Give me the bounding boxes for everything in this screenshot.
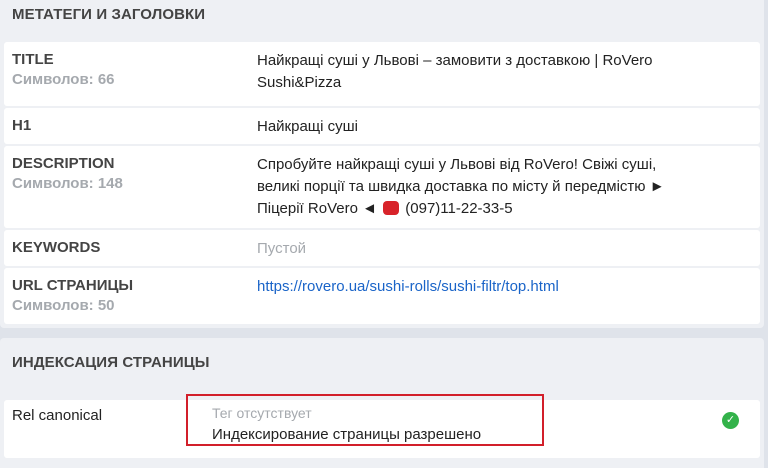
keywords-row: KEYWORDS Пустой: [4, 230, 760, 266]
title-label: TITLE Символов: 66: [12, 51, 115, 88]
h1-value: Найкращі суші: [257, 118, 359, 135]
canonical-label: Rel canonical: [12, 407, 103, 424]
description-label: DESCRIPTION Символов: 148: [12, 155, 123, 192]
url-label: URL СТРАНИЦЫ Символов: 50: [12, 277, 134, 314]
page-url-link[interactable]: https://rovero.ua/sushi-rolls/sushi-filt…: [257, 278, 559, 295]
check-circle-icon: ✓: [722, 412, 739, 429]
keywords-label: KEYWORDS: [12, 239, 101, 256]
telephone-icon: [383, 201, 400, 215]
url-value: https://rovero.ua/sushi-rolls/sushi-filt…: [257, 276, 697, 298]
url-row: URL СТРАНИЦЫ Символов: 50 https://rovero…: [4, 268, 760, 324]
canonical-missing-text: Тег отсутствует: [212, 405, 312, 421]
canonical-values: Тег отсутствует Индексирование страницы …: [212, 402, 481, 446]
h1-row: H1 Найкращі суші: [4, 108, 760, 144]
title-value: Найкращі суші у Львові – замовити з дост…: [257, 52, 653, 91]
keywords-value: Пустой: [257, 240, 307, 257]
indexing-section-title: ИНДЕКСАЦИЯ СТРАНИЦЫ: [12, 354, 210, 371]
canonical-row: Rel canonical Тег отсутствует Индексиров…: [4, 394, 760, 458]
indexing-status-text: Индексирование страницы разрешено: [212, 426, 482, 443]
indexing-panel: ИНДЕКСАЦИЯ СТРАНИЦЫ Rel canonical Тег от…: [0, 338, 764, 468]
description-value: Спробуйте найкращі суші у Львові від RoV…: [257, 156, 665, 217]
h1-label: H1: [12, 117, 32, 134]
meta-section-title: МЕТАТЕГИ И ЗАГОЛОВКИ: [12, 6, 206, 23]
description-row: DESCRIPTION Символов: 148 Спробуйте найк…: [4, 146, 760, 228]
title-row: TITLE Символов: 66 Найкращі суші у Львов…: [4, 42, 760, 106]
title-char-count: Символов: 66: [12, 71, 115, 88]
description-char-count: Символов: 148: [12, 175, 123, 192]
meta-tags-panel: МЕТАТЕГИ И ЗАГОЛОВКИ TITLE Символов: 66 …: [0, 0, 764, 328]
url-char-count: Символов: 50: [12, 297, 115, 314]
